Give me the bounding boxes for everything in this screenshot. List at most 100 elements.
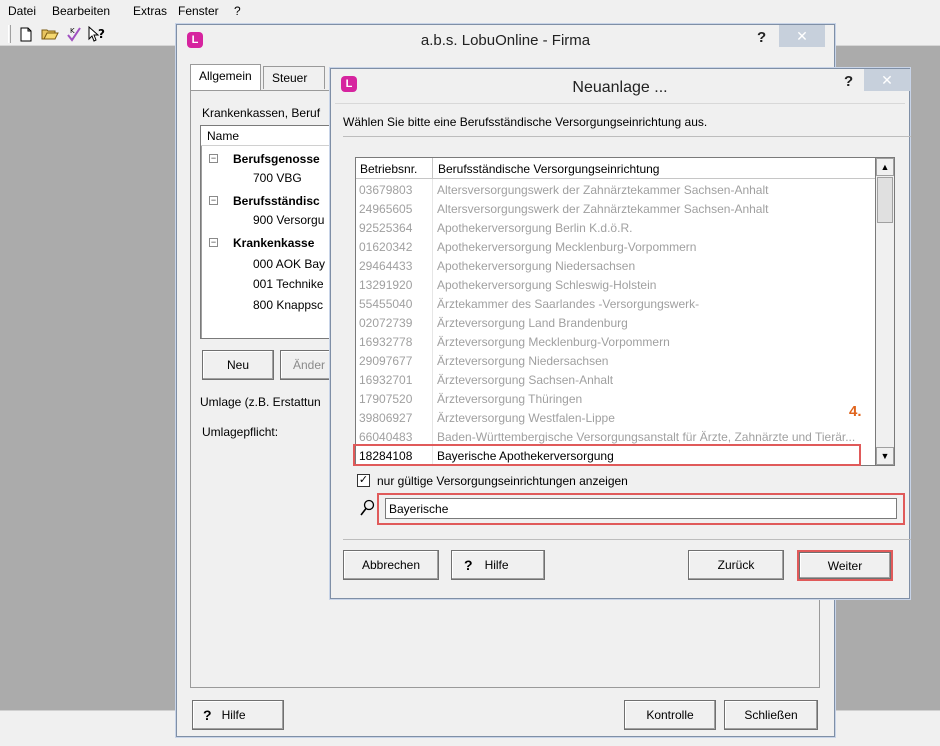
divider [343, 136, 911, 137]
close-button[interactable]: Schließen [724, 700, 818, 730]
scroll-thumb[interactable] [877, 177, 893, 223]
cell-betriebsnr: 03679803 [359, 183, 413, 197]
list-row[interactable]: 55455040 Ärztekammer des Saarlandes -Vers… [356, 294, 875, 313]
new-button[interactable]: Neu [202, 350, 274, 380]
firma-help-label: Hilfe [221, 708, 246, 722]
cell-einrichtung: Ärzteversorgung Westfalen-Lippe [437, 411, 615, 425]
menu-datei[interactable]: Datei [8, 4, 36, 18]
cell-betriebsnr: 13291920 [359, 278, 413, 292]
checkmark-icon: ✓ [358, 474, 369, 486]
collapse-icon[interactable]: − [209, 196, 218, 205]
menu-bearbeiten[interactable]: Bearbeiten [52, 4, 110, 18]
menu-extras[interactable]: Extras [133, 4, 167, 18]
cell-einrichtung: Altersversorgungswerk der Zahnärztekamme… [437, 202, 769, 216]
change-button[interactable]: Änder [280, 350, 332, 380]
list-row[interactable]: 16932701 Ärzteversorgung Sachsen-Anhalt [356, 370, 875, 389]
new-document-icon[interactable] [16, 25, 36, 43]
list-row[interactable]: 02072739 Ärzteversorgung Land Brandenburg [356, 313, 875, 332]
section-label: Krankenkassen, Beruf [202, 106, 321, 120]
column-header-nr[interactable]: Betriebsnr. [360, 162, 417, 176]
scroll-down-icon[interactable]: ▼ [876, 447, 894, 465]
cell-betriebsnr: 55455040 [359, 297, 413, 311]
header-separator [432, 158, 433, 179]
menu-fenster[interactable]: Fenster [178, 4, 219, 18]
list-row[interactable]: 17907520 Ärzteversorgung Thüringen [356, 389, 875, 408]
tree-node[interactable]: 900 Versorgu [253, 213, 324, 227]
tree-node[interactable]: 700 VBG [253, 171, 302, 185]
tab-steuer[interactable]: Steuer [263, 66, 325, 89]
cell-betriebsnr: 17907520 [359, 392, 413, 406]
firma-titlebar[interactable]: L a.b.s. LobuOnline - Firma ? ✕ [177, 25, 834, 55]
cell-betriebsnr: 16932701 [359, 373, 413, 387]
question-icon: ? [203, 707, 212, 723]
column-header-name[interactable]: Berufsständische Versorgungseinrichtung [438, 162, 659, 176]
list-row[interactable]: 29464433 Apothekerversorgung Niedersachse… [356, 256, 875, 275]
tree-node[interactable]: Berufsständisc [233, 194, 320, 208]
scroll-up-icon[interactable]: ▲ [876, 158, 894, 176]
list-header: Betriebsnr. Berufsständische Versorgungs… [356, 158, 875, 179]
tree-node[interactable]: Berufsgenosse [233, 152, 320, 166]
dialog-help-button[interactable]: ? Hilfe [451, 550, 545, 580]
cell-betriebsnr: 02072739 [359, 316, 413, 330]
highlight-selected-row [353, 444, 861, 466]
cell-einrichtung: Ärztekammer des Saarlandes -Versorgungsw… [437, 297, 700, 311]
tree-header[interactable]: Name [201, 126, 349, 146]
context-help-icon[interactable]: ? [88, 25, 108, 43]
cell-betriebsnr: 29464433 [359, 259, 413, 273]
cell-betriebsnr: 66040483 [359, 430, 413, 444]
firma-help-button[interactable]: ? Hilfe [192, 700, 284, 730]
cell-einrichtung: Ärzteversorgung Sachsen-Anhalt [437, 373, 614, 387]
menu-help[interactable]: ? [234, 4, 241, 18]
toolbar-grip [8, 25, 11, 43]
dialog-close-icon[interactable]: ✕ [864, 69, 910, 91]
cell-betriebsnr: 92525364 [359, 221, 413, 235]
control-button[interactable]: Kontrolle [624, 700, 716, 730]
cancel-button[interactable]: Abbrechen [343, 550, 439, 580]
title-divider [335, 103, 905, 104]
list-row[interactable]: 92525364 Apothekerversorgung Berlin K.d.ö… [356, 218, 875, 237]
list-row[interactable]: 03679803 Altersversorgungswerk der Zahnär… [356, 180, 875, 199]
cell-einrichtung: Apothekerversorgung Schleswig-Holstein [437, 278, 657, 292]
tree-node[interactable]: Krankenkasse [233, 236, 314, 250]
collapse-icon[interactable]: − [209, 154, 218, 163]
dialog-titlebar[interactable]: L Neuanlage ... ? ✕ [331, 69, 910, 99]
tab-allgemein[interactable]: Allgemein [190, 64, 261, 91]
list-row[interactable]: 29097677 Ärzteversorgung Niedersachsen [356, 351, 875, 370]
divider [343, 539, 911, 540]
cell-einrichtung: Baden-Württembergische Versorgungsanstal… [437, 430, 856, 444]
tree-node[interactable]: 800 Knappsc [253, 298, 323, 312]
tree-node[interactable]: 000 AOK Bay [253, 257, 325, 271]
list-row[interactable]: 13291920 Apothekerversorgung Schleswig-Ho… [356, 275, 875, 294]
list-row[interactable]: 24965605 Altersversorgungswerk der Zahnär… [356, 199, 875, 218]
svg-text:?: ? [98, 27, 105, 41]
menu-bar: Datei Bearbeiten Extras Fenster ? [0, 0, 940, 22]
firma-title: a.b.s. LobuOnline - Firma [420, 32, 591, 49]
spellcheck-icon[interactable]: K [64, 25, 84, 43]
cell-einrichtung: Apothekerversorgung Niedersachsen [437, 259, 636, 273]
highlight-next-button [797, 550, 893, 581]
collapse-icon[interactable]: − [209, 238, 218, 247]
cell-einrichtung: Ärzteversorgung Niedersachsen [437, 354, 609, 368]
list-row[interactable]: 39806927 Ärzteversorgung Westfalen-Lippe [356, 408, 875, 427]
dialog-help-label: Hilfe [484, 558, 509, 572]
instruction-text: Wählen Sie bitte eine Berufsständische V… [343, 115, 708, 129]
firma-help-icon[interactable]: ? [757, 29, 766, 46]
firma-close-icon[interactable]: ✕ [779, 25, 825, 47]
back-button[interactable]: Zurück [688, 550, 784, 580]
list-row[interactable]: 01620342 Apothekerversorgung Mecklenburg-… [356, 237, 875, 256]
umlagepflicht-label: Umlagepflicht: [202, 425, 279, 439]
checkbox-label[interactable]: nur gültige Versorgungseinrichtungen anz… [377, 474, 628, 488]
dialog-title: Neuanlage ... [572, 79, 668, 96]
search-input[interactable] [385, 498, 897, 519]
umlage-text: Umlage (z.B. Erstattun [200, 395, 321, 409]
open-folder-icon[interactable] [40, 25, 60, 43]
institution-list[interactable]: Betriebsnr. Berufsständische Versorgungs… [355, 157, 876, 466]
valid-only-checkbox[interactable]: ✓ [357, 474, 370, 487]
list-row[interactable]: 16932778 Ärzteversorgung Mecklenburg-Vorp… [356, 332, 875, 351]
cell-betriebsnr: 39806927 [359, 411, 413, 425]
cell-einrichtung: Apothekerversorgung Berlin K.d.ö.R. [437, 221, 633, 235]
list-scrollbar[interactable]: ▲ ▼ [876, 157, 895, 466]
dialog-help-icon[interactable]: ? [844, 73, 853, 90]
tree-node[interactable]: 001 Technike [253, 277, 324, 291]
insurance-tree[interactable]: Name − Berufsgenosse 700 VBG − Berufsstä… [200, 125, 350, 339]
